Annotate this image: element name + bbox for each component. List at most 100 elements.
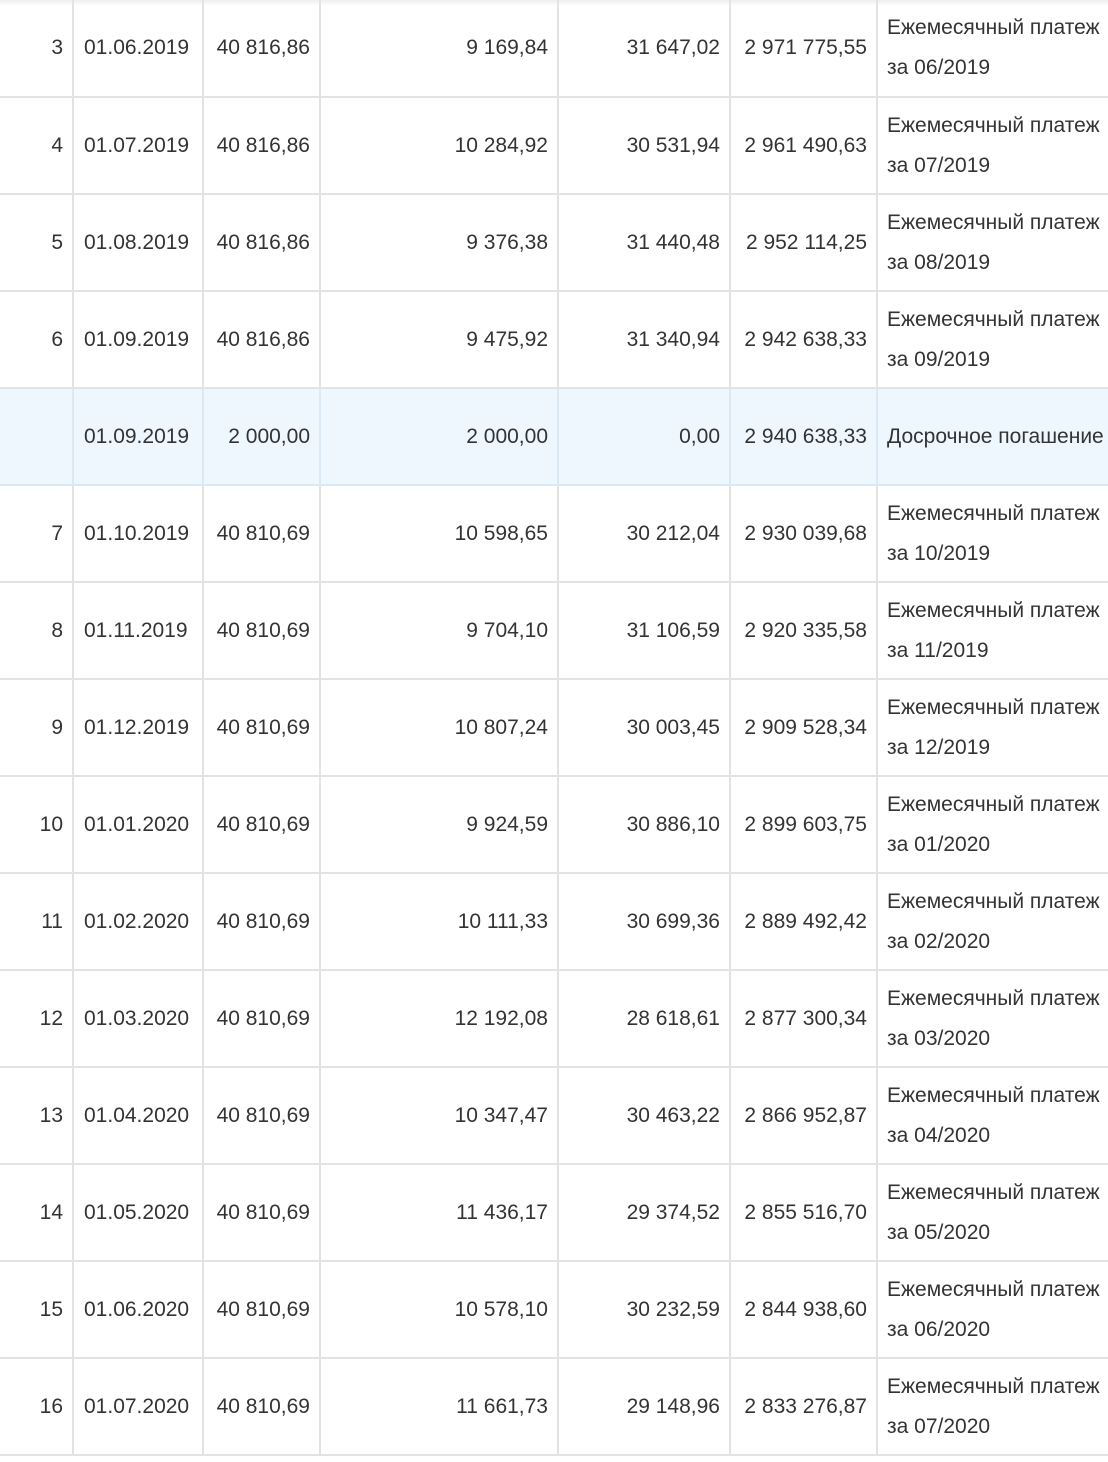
principal-amount: 10 111,33 [320, 873, 559, 971]
payment-comment: Ежемесячный платеж за 11/2019 [877, 582, 1108, 680]
payment-amount: 40 816,86 [203, 97, 321, 195]
row-number: 12 [0, 970, 74, 1068]
row-number: 5 [0, 194, 74, 292]
payment-amount: 40 810,69 [203, 1261, 321, 1359]
payment-amount: 2 000,00 [203, 388, 321, 486]
remaining-balance: 2 877 300,34 [730, 970, 878, 1068]
payment-comment: Ежемесячный платеж за 05/2020 [877, 1164, 1108, 1262]
row-number: 7 [0, 485, 74, 583]
interest-amount: 29 148,96 [558, 1358, 731, 1456]
payment-amount: 40 816,86 [203, 194, 321, 292]
row-number: 15 [0, 1261, 74, 1359]
principal-amount: 9 475,92 [320, 291, 559, 389]
payment-amount: 40 810,69 [203, 679, 321, 777]
payment-date: 01.07.2019 [73, 97, 204, 195]
principal-amount: 11 661,73 [320, 1358, 559, 1456]
payment-date: 01.09.2019 [73, 291, 204, 389]
payment-date: 01.05.2020 [73, 1164, 204, 1262]
remaining-balance: 2 844 938,60 [730, 1261, 878, 1359]
interest-amount: 0,00 [558, 388, 731, 486]
payment-amount: 40 810,69 [203, 1358, 321, 1456]
payment-amount: 40 810,69 [203, 873, 321, 971]
table-row: 6 01.09.2019 40 816,86 9 475,92 31 340,9… [0, 291, 1108, 389]
principal-amount: 10 807,24 [320, 679, 559, 777]
table-row: 11 01.02.2020 40 810,69 10 111,33 30 699… [0, 873, 1108, 971]
interest-amount: 30 699,36 [558, 873, 731, 971]
table-row: 13 01.04.2020 40 810,69 10 347,47 30 463… [0, 1067, 1108, 1165]
payment-amount: 40 810,69 [203, 970, 321, 1068]
payment-amount: 40 816,86 [203, 291, 321, 389]
table-row: 5 01.08.2019 40 816,86 9 376,38 31 440,4… [0, 194, 1108, 292]
payment-comment: Ежемесячный платеж за 06/2019 [877, 0, 1108, 98]
remaining-balance: 2 930 039,68 [730, 485, 878, 583]
payment-comment: Ежемесячный платеж за 01/2020 [877, 776, 1108, 874]
payment-amount: 40 810,69 [203, 1164, 321, 1262]
payment-comment: Ежемесячный платеж за 10/2019 [877, 485, 1108, 583]
principal-amount: 9 704,10 [320, 582, 559, 680]
payment-schedule-body: 3 01.06.2019 40 816,86 9 169,84 31 647,0… [0, 0, 1108, 1456]
remaining-balance: 2 942 638,33 [730, 291, 878, 389]
table-row: 3 01.06.2019 40 816,86 9 169,84 31 647,0… [0, 0, 1108, 98]
payment-comment: Ежемесячный платеж за 02/2020 [877, 873, 1108, 971]
payment-date: 01.12.2019 [73, 679, 204, 777]
payment-date: 01.02.2020 [73, 873, 204, 971]
principal-amount: 10 578,10 [320, 1261, 559, 1359]
principal-amount: 9 169,84 [320, 0, 559, 98]
payment-comment: Ежемесячный платеж за 07/2020 [877, 1358, 1108, 1456]
row-number: 4 [0, 97, 74, 195]
payment-date: 01.11.2019 [73, 582, 204, 680]
interest-amount: 28 618,61 [558, 970, 731, 1068]
row-number: 3 [0, 0, 74, 98]
payment-amount: 40 810,69 [203, 776, 321, 874]
payment-date: 01.07.2020 [73, 1358, 204, 1456]
principal-amount: 10 598,65 [320, 485, 559, 583]
row-number: 16 [0, 1358, 74, 1456]
row-number: 10 [0, 776, 74, 874]
remaining-balance: 2 961 490,63 [730, 97, 878, 195]
payment-date: 01.04.2020 [73, 1067, 204, 1165]
payment-comment: Ежемесячный платеж за 09/2019 [877, 291, 1108, 389]
payment-comment: Досрочное погашение [877, 388, 1108, 486]
interest-amount: 30 212,04 [558, 485, 731, 583]
remaining-balance: 2 833 276,87 [730, 1358, 878, 1456]
row-number: 11 [0, 873, 74, 971]
remaining-balance: 2 971 775,55 [730, 0, 878, 98]
row-number: 14 [0, 1164, 74, 1262]
principal-amount: 9 376,38 [320, 194, 559, 292]
table-row: 10 01.01.2020 40 810,69 9 924,59 30 886,… [0, 776, 1108, 874]
table-row: 16 01.07.2020 40 810,69 11 661,73 29 148… [0, 1358, 1108, 1456]
payment-date: 01.09.2019 [73, 388, 204, 486]
table-row: 15 01.06.2020 40 810,69 10 578,10 30 232… [0, 1261, 1108, 1359]
payment-comment: Ежемесячный платеж за 03/2020 [877, 970, 1108, 1068]
payment-date: 01.10.2019 [73, 485, 204, 583]
payment-comment: Ежемесячный платеж за 04/2020 [877, 1067, 1108, 1165]
interest-amount: 31 340,94 [558, 291, 731, 389]
payment-date: 01.03.2020 [73, 970, 204, 1068]
interest-amount: 30 531,94 [558, 97, 731, 195]
remaining-balance: 2 866 952,87 [730, 1067, 878, 1165]
remaining-balance: 2 855 516,70 [730, 1164, 878, 1262]
row-number: 13 [0, 1067, 74, 1165]
table-row: 8 01.11.2019 40 810,69 9 704,10 31 106,5… [0, 582, 1108, 680]
table-row: 9 01.12.2019 40 810,69 10 807,24 30 003,… [0, 679, 1108, 777]
interest-amount: 30 463,22 [558, 1067, 731, 1165]
early-repayment-row: 01.09.2019 2 000,00 2 000,00 0,00 2 940 … [0, 388, 1108, 486]
table-row: 7 01.10.2019 40 810,69 10 598,65 30 212,… [0, 485, 1108, 583]
payment-comment: Ежемесячный платеж за 06/2020 [877, 1261, 1108, 1359]
payment-amount: 40 810,69 [203, 485, 321, 583]
interest-amount: 31 647,02 [558, 0, 731, 98]
principal-amount: 10 347,47 [320, 1067, 559, 1165]
remaining-balance: 2 889 492,42 [730, 873, 878, 971]
payment-date: 01.06.2019 [73, 0, 204, 98]
interest-amount: 30 232,59 [558, 1261, 731, 1359]
interest-amount: 31 106,59 [558, 582, 731, 680]
interest-amount: 30 003,45 [558, 679, 731, 777]
table-row: 4 01.07.2019 40 816,86 10 284,92 30 531,… [0, 97, 1108, 195]
interest-amount: 31 440,48 [558, 194, 731, 292]
row-number: 8 [0, 582, 74, 680]
principal-amount: 9 924,59 [320, 776, 559, 874]
payment-amount: 40 810,69 [203, 1067, 321, 1165]
remaining-balance: 2 952 114,25 [730, 194, 878, 292]
interest-amount: 29 374,52 [558, 1164, 731, 1262]
payment-amount: 40 816,86 [203, 0, 321, 98]
